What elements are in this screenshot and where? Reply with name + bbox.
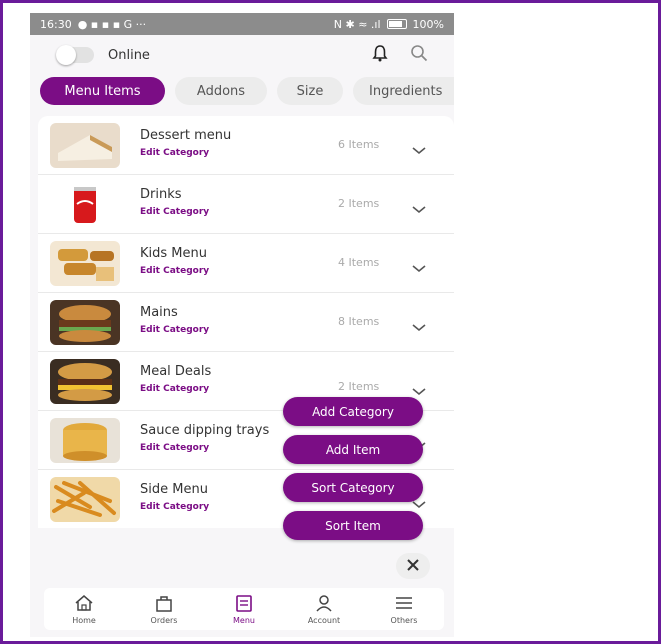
nav-menu[interactable]: Menu: [209, 594, 279, 625]
sort-category-button[interactable]: Sort Category: [283, 473, 423, 502]
edit-category-link[interactable]: Edit Category: [140, 207, 209, 217]
phone-screen: 16:30 ● ▪ ▪ ▪ G ··· N ✱ ≈ .ıl 100% Onlin…: [30, 13, 454, 637]
menu-book-icon: [234, 594, 254, 614]
nav-orders[interactable]: Orders: [129, 594, 199, 625]
user-icon: [314, 594, 334, 614]
battery-level: 100%: [412, 17, 444, 31]
close-icon: [406, 557, 420, 576]
item-count: 6 Items: [338, 138, 380, 151]
kids-menu-thumbnail: [50, 241, 120, 286]
category-tabs: Menu Items Addons Size Ingredients: [40, 77, 454, 107]
tab-ingredients[interactable]: Ingredients: [353, 77, 454, 105]
edit-category-link[interactable]: Edit Category: [140, 266, 209, 276]
item-count: 2 Items: [338, 197, 380, 210]
category-name: Mains: [140, 305, 178, 320]
chevron-down-icon[interactable]: [412, 199, 426, 218]
meal-deals-thumbnail: [50, 359, 120, 404]
category-list: Dessert menu Edit Category 6 Items Drink…: [38, 116, 454, 528]
online-label: Online: [108, 47, 150, 63]
category-name: Sauce dipping trays: [140, 423, 270, 438]
notification-icons: ● ▪ ▪ ▪ G ···: [77, 17, 147, 31]
status-time: 16:30: [40, 17, 72, 31]
nav-label: Account: [307, 615, 341, 625]
sort-item-button[interactable]: Sort Item: [283, 511, 423, 540]
status-bar: 16:30 ● ▪ ▪ ▪ G ··· N ✱ ≈ .ıl 100%: [30, 13, 454, 35]
category-name: Side Menu: [140, 482, 208, 497]
list-item[interactable]: Kids Menu Edit Category 4 Items: [38, 234, 454, 293]
battery-icon: [386, 19, 407, 29]
edit-category-link[interactable]: Edit Category: [140, 325, 209, 335]
connectivity-icons: N ✱ ≈ .ıl: [333, 17, 381, 31]
category-name: Drinks: [140, 187, 182, 202]
chevron-down-icon[interactable]: [412, 140, 426, 159]
chevron-down-icon[interactable]: [412, 258, 426, 277]
online-toggle[interactable]: [56, 45, 94, 65]
item-count: 4 Items: [338, 256, 380, 269]
category-name: Kids Menu: [140, 246, 207, 261]
close-fab-button[interactable]: [396, 553, 430, 579]
nav-label: Home: [72, 615, 96, 625]
top-bar: Online: [30, 35, 454, 75]
tab-size[interactable]: Size: [277, 77, 343, 105]
search-icon[interactable]: [410, 44, 428, 66]
nav-home[interactable]: Home: [49, 594, 119, 625]
hamburger-icon: [394, 594, 414, 614]
list-item[interactable]: Dessert menu Edit Category 6 Items: [38, 116, 454, 175]
side-menu-thumbnail: [50, 477, 120, 522]
tab-addons[interactable]: Addons: [175, 77, 267, 105]
nav-account[interactable]: Account: [289, 594, 359, 625]
tab-menu-items[interactable]: Menu Items: [40, 77, 165, 105]
edit-category-link[interactable]: Edit Category: [140, 502, 209, 512]
category-name: Meal Deals: [140, 364, 212, 379]
dessert-thumbnail: [50, 123, 120, 168]
nav-label: Orders: [150, 615, 178, 625]
nav-label: Others: [390, 615, 418, 625]
mains-thumbnail: [50, 300, 120, 345]
sauce-thumbnail: [50, 418, 120, 463]
nav-others[interactable]: Others: [369, 594, 439, 625]
drinks-thumbnail: [50, 182, 120, 227]
bottom-nav: Home Orders Menu Account Others: [44, 588, 444, 630]
bell-icon[interactable]: [372, 44, 388, 66]
list-item[interactable]: Drinks Edit Category 2 Items: [38, 175, 454, 234]
shopping-bag-icon: [154, 594, 174, 614]
item-count: 8 Items: [338, 315, 380, 328]
home-icon: [74, 594, 94, 614]
list-item[interactable]: Mains Edit Category 8 Items: [38, 293, 454, 352]
add-item-button[interactable]: Add Item: [283, 435, 423, 464]
category-name: Dessert menu: [140, 128, 232, 143]
edit-category-link[interactable]: Edit Category: [140, 148, 209, 158]
nav-label: Menu: [233, 615, 255, 625]
edit-category-link[interactable]: Edit Category: [140, 384, 209, 394]
chevron-down-icon[interactable]: [412, 317, 426, 336]
online-status: Online: [56, 45, 150, 65]
item-count: 2 Items: [338, 380, 380, 393]
add-category-button[interactable]: Add Category: [283, 397, 423, 426]
edit-category-link[interactable]: Edit Category: [140, 443, 209, 453]
